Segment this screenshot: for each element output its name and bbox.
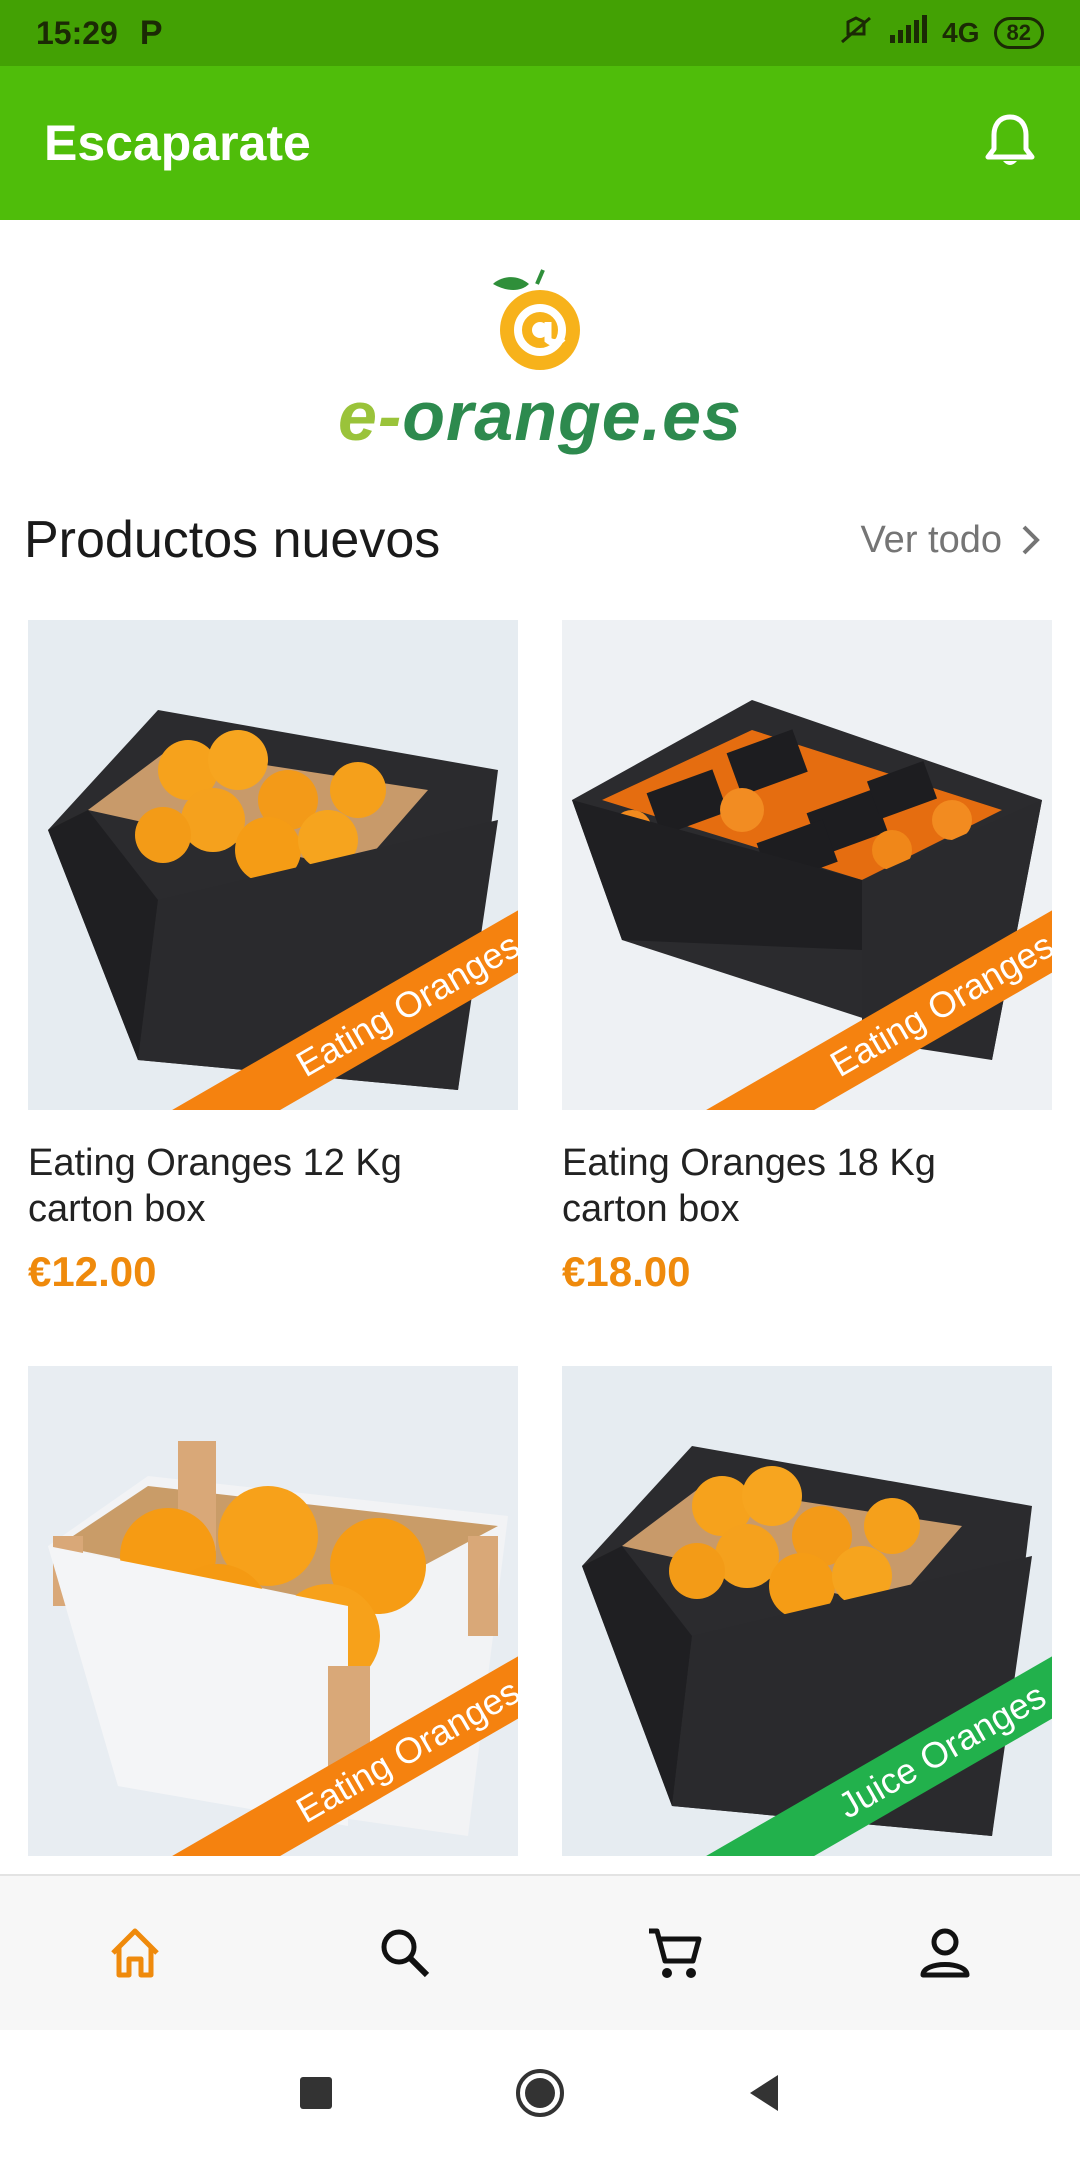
section-title: Productos nuevos xyxy=(24,511,441,569)
home-button[interactable] xyxy=(514,2067,566,2124)
app-bar: Escaparate xyxy=(0,66,1080,220)
logo-text-rest: orange.es xyxy=(402,377,742,455)
product-card[interactable]: Eating Oranges Eating Oranges 18 Kg cart… xyxy=(562,620,1052,1296)
product-image[interactable]: Eating Oranges xyxy=(28,1366,518,1856)
recents-button[interactable] xyxy=(298,2075,334,2116)
home-icon xyxy=(111,1928,159,1978)
search-icon xyxy=(381,1929,430,1978)
see-all-label: Ver todo xyxy=(860,518,1002,561)
signal-icon xyxy=(888,14,928,52)
back-button[interactable] xyxy=(746,2073,782,2118)
brand-logo: e-orange.es xyxy=(0,262,1080,462)
bell-icon[interactable] xyxy=(984,113,1036,174)
product-title[interactable]: Eating Oranges 12 Kg carton box xyxy=(28,1140,518,1232)
nav-home[interactable] xyxy=(65,1903,205,2003)
silent-icon xyxy=(838,14,874,53)
product-card[interactable]: Juice Oranges xyxy=(562,1366,1052,1856)
product-image[interactable]: Eating Oranges xyxy=(28,620,518,1110)
logo-text-prefix: e- xyxy=(338,377,403,455)
product-image[interactable]: Eating Oranges xyxy=(562,620,1052,1110)
nav-search[interactable] xyxy=(335,1903,475,2003)
battery-icon: 82 xyxy=(993,17,1044,49)
nav-cart[interactable] xyxy=(605,1903,745,2003)
product-price: €12.00 xyxy=(28,1248,157,1295)
system-navigation xyxy=(0,2030,1080,2160)
bottom-navigation xyxy=(0,1874,1080,2030)
profile-icon xyxy=(920,1928,970,1978)
product-price: €18.00 xyxy=(562,1248,691,1295)
product-title[interactable]: Eating Oranges 18 Kg carton box xyxy=(562,1140,1052,1232)
section-header: Productos nuevos Ver todo xyxy=(24,500,1056,580)
chevron-right-icon xyxy=(1022,525,1040,555)
parking-app-icon: P xyxy=(139,13,163,52)
see-all-link[interactable]: Ver todo xyxy=(860,519,1056,562)
orange-at-logo-icon xyxy=(493,269,580,370)
product-card[interactable]: Eating Oranges Eating Oranges 12 Kg cart… xyxy=(28,620,518,1296)
product-image[interactable]: Juice Oranges xyxy=(562,1366,1052,1856)
battery-level: 82 xyxy=(1006,20,1031,45)
cart-icon xyxy=(649,1928,702,1978)
network-type: 4G xyxy=(942,17,980,48)
product-card[interactable]: Eating Oranges xyxy=(28,1366,518,1856)
nav-profile[interactable] xyxy=(875,1903,1015,2003)
status-time: 15:29 xyxy=(36,14,118,51)
page-title: Escaparate xyxy=(44,115,311,171)
status-bar: 15:29 P 4G 82 xyxy=(0,0,1080,66)
